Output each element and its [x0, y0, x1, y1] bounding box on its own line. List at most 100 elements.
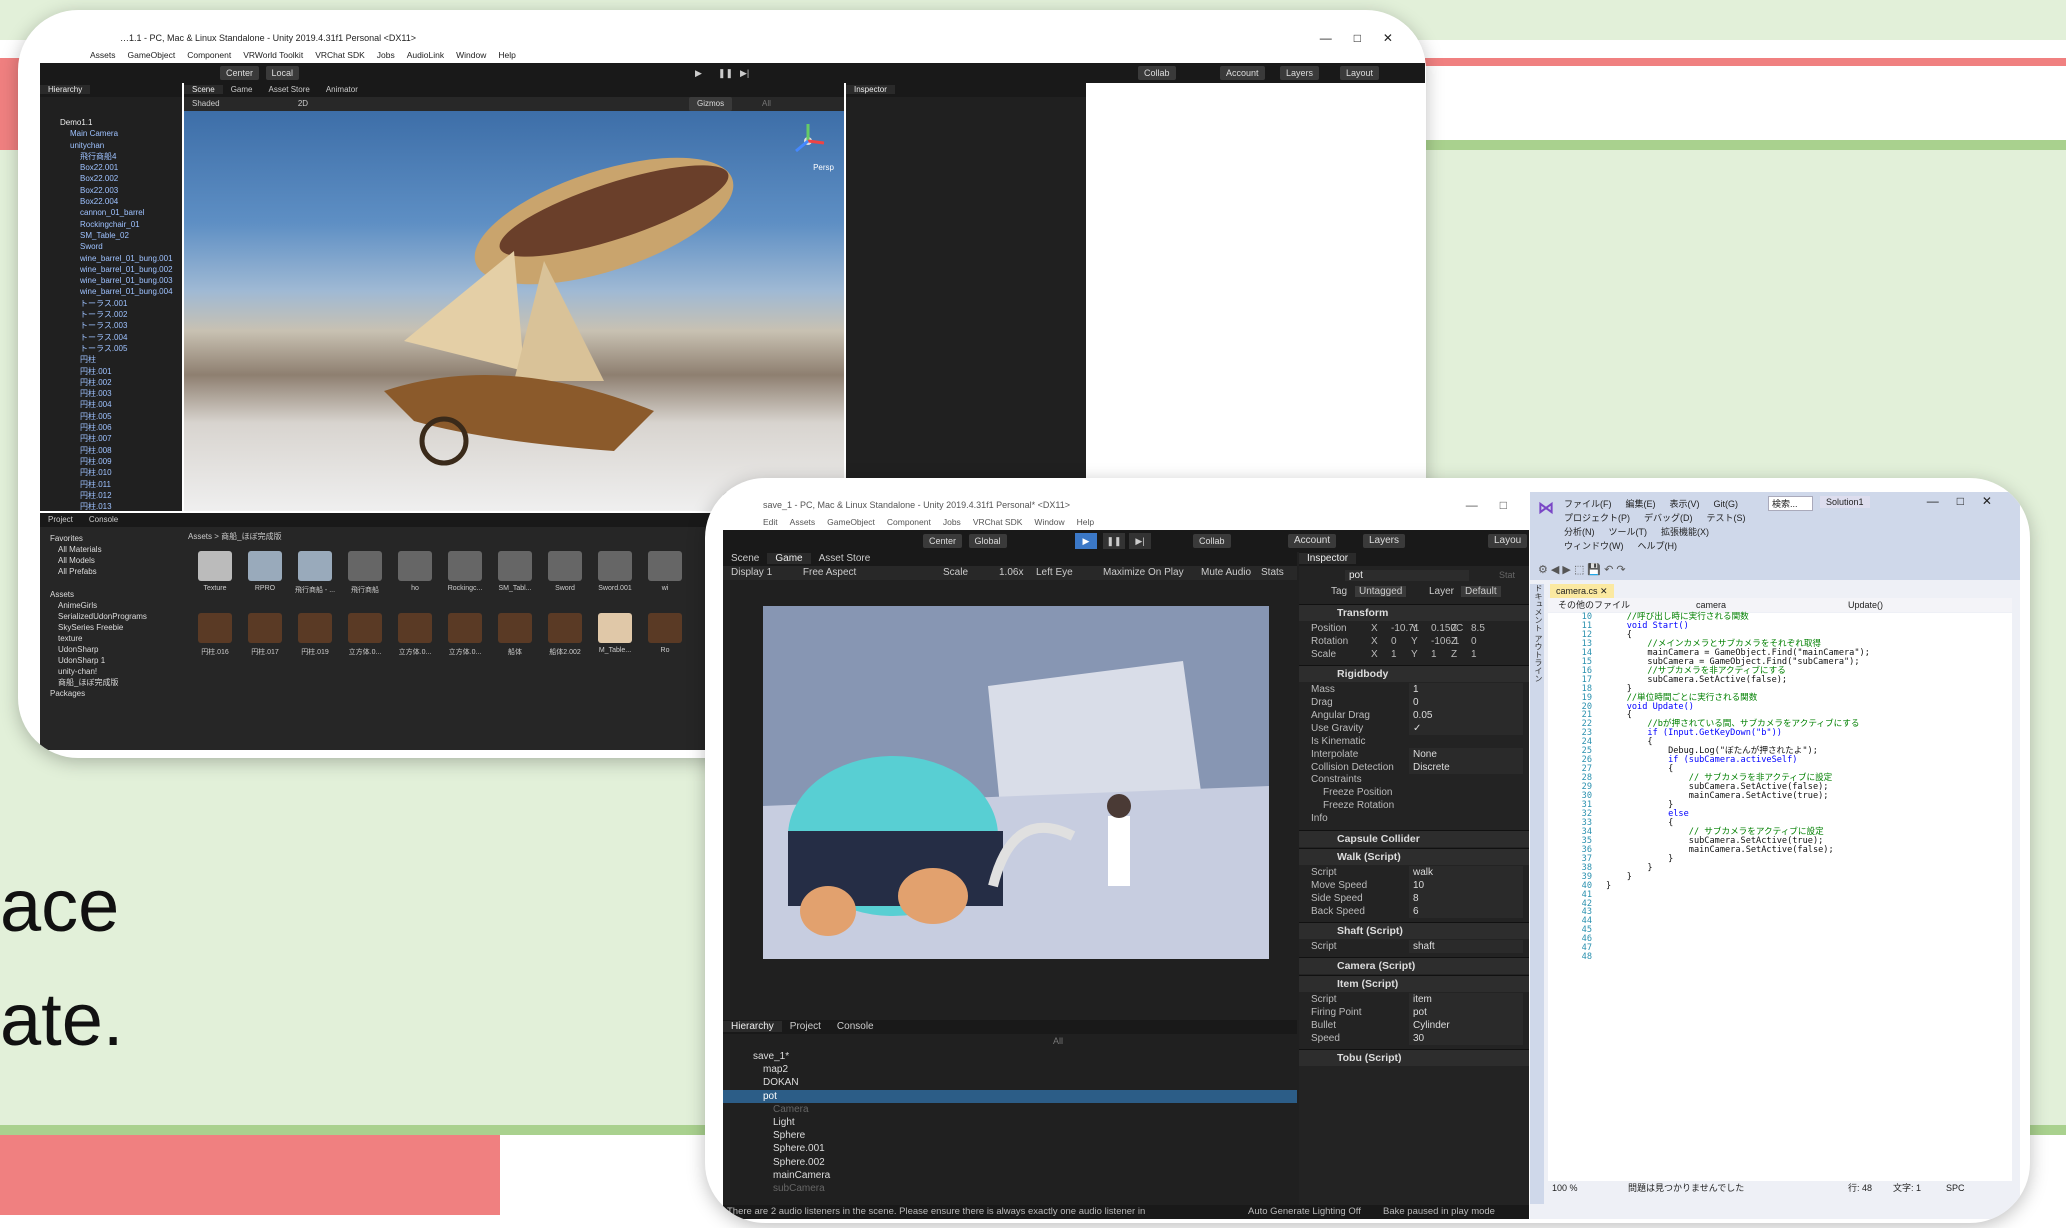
menu-item[interactable]: VRChat SDK — [315, 50, 365, 60]
hierarchy-item[interactable]: トーラス.001 — [40, 298, 182, 309]
hierarchy-item[interactable]: トーラス.002 — [40, 309, 182, 320]
hierarchy-item[interactable]: Sword — [40, 241, 182, 252]
vs-menu-item[interactable]: Git(G) — [1714, 499, 1739, 509]
local-toggle[interactable]: Local — [265, 66, 300, 80]
scale-row-value[interactable]: 1 — [1471, 648, 1477, 661]
game-tab[interactable]: Asset Store — [811, 553, 879, 564]
scene-tab[interactable]: Animator — [318, 85, 366, 94]
global-toggle[interactable]: Global — [968, 534, 1007, 548]
asset-tile[interactable]: 立方体.0... — [390, 613, 440, 657]
menu-item[interactable]: VRChat SDK — [973, 517, 1023, 527]
scene-gizmo-axis[interactable] — [788, 121, 828, 161]
vs-menu-item[interactable]: 拡張機能(X) — [1661, 527, 1709, 537]
rotation-row-value[interactable]: 0 — [1391, 635, 1397, 648]
vs-menu-item[interactable]: ウィンドウ(W) — [1564, 541, 1624, 551]
layer-dropdown[interactable]: Default — [1461, 586, 1501, 597]
menu-item[interactable]: Edit — [763, 517, 778, 527]
info-label[interactable]: Info — [1311, 813, 1328, 824]
assets-folder[interactable]: UdonSharp — [44, 644, 147, 655]
rigidbody-field-value[interactable]: 1 — [1409, 683, 1523, 696]
menu-item[interactable]: Help — [1077, 517, 1094, 527]
tobu-script-header[interactable]: Tobu (Script) — [1299, 1049, 1529, 1066]
hierarchy-item[interactable]: トーラス.004 — [40, 332, 182, 343]
vs-search-box[interactable]: 検索... — [1768, 496, 1813, 511]
hierarchy-item[interactable]: 円柱.011 — [40, 479, 182, 490]
vs-zoom[interactable]: 100 % — [1552, 1181, 1578, 1195]
play-button[interactable]: ▶ — [1075, 533, 1097, 549]
hierarchy-item[interactable]: Rockingchair_01 — [40, 219, 182, 230]
hierarchy-item[interactable]: 円柱.002 — [40, 377, 182, 388]
hierarchy-item[interactable]: Main Camera — [40, 128, 182, 139]
favorites-item[interactable]: All Materials — [44, 544, 102, 555]
scene-search[interactable]: All — [754, 97, 779, 111]
vs-nav-class[interactable]: camera — [1696, 598, 1726, 612]
rigidbody-field-value[interactable]: 0.05 — [1409, 709, 1523, 722]
rotation-row-value[interactable]: 0 — [1471, 635, 1477, 648]
menu-item[interactable]: Assets — [90, 50, 116, 60]
transform-header[interactable]: Transform — [1299, 604, 1529, 621]
vs-menu-item[interactable]: プロジェクト(P) — [1564, 513, 1630, 523]
hierarchy-item[interactable]: wine_barrel_01_bung.002 — [40, 264, 182, 275]
walk-field-value[interactable]: 8 — [1409, 892, 1523, 905]
vs-menu-item[interactable]: ヘルプ(H) — [1638, 541, 1678, 551]
hierarchy-item[interactable]: Light — [723, 1116, 1297, 1129]
vs-menu-item[interactable]: テスト(S) — [1707, 513, 1746, 523]
menu-item[interactable]: Window — [456, 50, 486, 60]
asset-tile[interactable]: Rockingc... — [440, 551, 490, 592]
favorites-item[interactable]: All Prefabs — [44, 566, 102, 577]
hierarchy-search[interactable]: All — [1053, 1036, 1063, 1046]
display-dropdown[interactable]: Display 1 — [723, 567, 780, 578]
bottom-tab[interactable]: Console — [81, 515, 126, 524]
menu-item[interactable]: AudioLink — [407, 50, 444, 60]
center-toggle[interactable]: Center — [923, 534, 963, 548]
scene-tab[interactable]: Asset Store — [260, 85, 317, 94]
vs-menu-item[interactable]: 表示(V) — [1670, 499, 1700, 509]
walk-field-value[interactable]: 6 — [1409, 905, 1523, 918]
menu-item[interactable]: GameObject — [827, 517, 875, 527]
hierarchy-item[interactable]: トーラス.005 — [40, 343, 182, 354]
hierarchy-item[interactable]: pot — [723, 1089, 1297, 1103]
vs-editor[interactable]: 10 11 12 13 14 15 16 17 18 19 20 21 22 23 24 25 26 27 28 29… — [1548, 613, 2012, 1181]
position-row-value[interactable]: 8.5 — [1471, 622, 1485, 635]
hierarchy-item[interactable]: 円柱.013 — [40, 501, 182, 512]
hierarchy-item[interactable]: wine_barrel_01_bung.003 — [40, 275, 182, 286]
vs-nav-project[interactable]: その他のファイル — [1558, 598, 1630, 612]
favorites-item[interactable]: Favorites — [44, 533, 102, 544]
account-button[interactable]: Account — [1220, 66, 1265, 80]
shading-dropdown[interactable]: Shaded — [184, 99, 228, 108]
bottom-tab[interactable]: Project — [40, 515, 81, 524]
project-breadcrumb[interactable]: Assets > 商船_ほぼ完成版 — [188, 531, 282, 542]
gizmos-dropdown[interactable]: Gizmos — [689, 97, 733, 111]
menu-item[interactable]: GameObject — [128, 50, 176, 60]
hierarchy-item[interactable]: 円柱.010 — [40, 467, 182, 478]
hierarchy-item[interactable]: 円柱 — [40, 354, 182, 365]
menu-item[interactable]: VRWorld Toolkit — [243, 50, 303, 60]
rigidbody-field-value[interactable]: ✓ — [1409, 722, 1523, 735]
hierarchy-item[interactable]: wine_barrel_01_bung.001 — [40, 253, 182, 264]
asset-tile[interactable]: 船体2.002 — [540, 613, 590, 657]
hierarchy-item[interactable]: Box22.004 — [40, 196, 182, 207]
item-field-value[interactable]: pot — [1409, 1006, 1523, 1019]
hierarchy-item[interactable]: save_1* — [723, 1050, 1297, 1063]
hierarchy-item[interactable]: Box22.003 — [40, 185, 182, 196]
vs-nav-member[interactable]: Update() — [1848, 598, 1883, 612]
asset-tile[interactable]: RPRO — [240, 551, 290, 592]
stats-toggle[interactable]: Stats — [1253, 566, 1292, 580]
assets-folder[interactable]: Packages — [44, 688, 147, 699]
collab-button[interactable]: Collab — [1193, 534, 1231, 548]
rigidbody-header[interactable]: Rigidbody — [1299, 665, 1529, 682]
menu-item[interactable]: Jobs — [377, 50, 395, 60]
hierarchy-item[interactable]: 飛行商船4 — [40, 151, 182, 162]
layout-button[interactable]: Layou — [1488, 534, 1528, 548]
menu-item[interactable]: Component — [187, 50, 231, 60]
pause-button[interactable]: ❚❚ — [1103, 533, 1125, 549]
scale-row-value[interactable]: 1 — [1431, 648, 1437, 661]
hierarchy-item[interactable]: 円柱.004 — [40, 399, 182, 410]
layout-button[interactable]: Layout — [1340, 66, 1380, 80]
menu-item[interactable]: Assets — [790, 517, 816, 527]
asset-tile[interactable]: ho — [390, 551, 440, 592]
camera-script-header[interactable]: Camera (Script) — [1299, 957, 1529, 974]
item-field-value[interactable]: item — [1409, 993, 1523, 1006]
eye-dropdown[interactable]: Left Eye — [1028, 566, 1081, 580]
hierarchy-item[interactable]: Sphere.002 — [723, 1156, 1297, 1169]
